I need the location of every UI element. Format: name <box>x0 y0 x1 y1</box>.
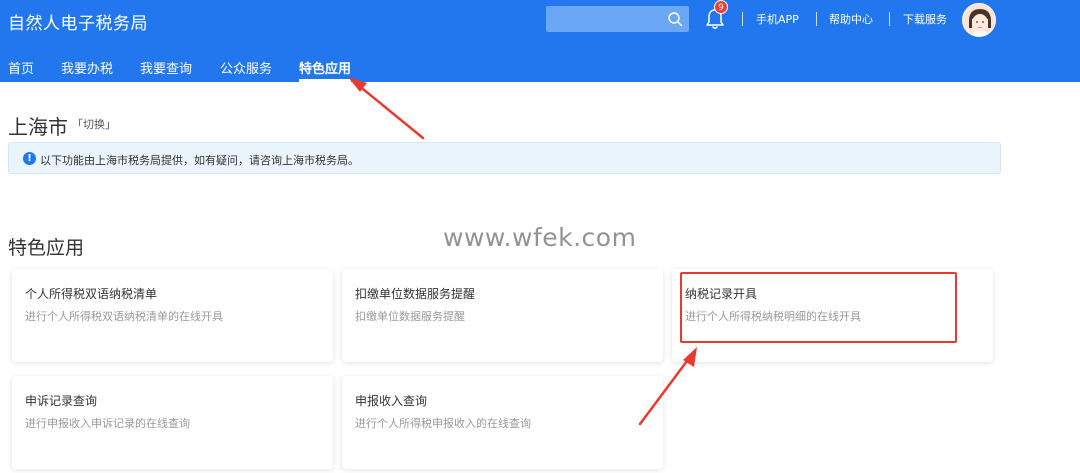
search-box[interactable] <box>546 6 689 32</box>
avatar[interactable] <box>962 3 996 37</box>
card-description: 扣缴单位数据服务提醒 <box>355 310 465 323</box>
help-center-link[interactable]: 帮助中心 <box>829 11 873 27</box>
search-icon[interactable] <box>667 11 683 27</box>
search-input[interactable] <box>546 6 666 32</box>
info-notice: ! 以下功能由上海市税务局提供，如有疑问，请咨询上海市税务局。 <box>8 142 1001 174</box>
nav-public-service[interactable]: 公众服务 <box>220 58 272 82</box>
card-description: 进行个人所得税申报收入的在线查询 <box>355 417 531 430</box>
card-declared-income-query[interactable]: 申报收入查询 进行个人所得税申报收入的在线查询 <box>342 376 663 469</box>
header-divider <box>816 12 817 26</box>
arrow-to-nav-icon <box>348 77 425 140</box>
region-name: 上海市 <box>8 115 68 139</box>
notice-text: 以下功能由上海市税务局提供，如有疑问，请咨询上海市税务局。 <box>40 154 359 167</box>
header-divider <box>889 12 890 26</box>
card-appeal-record-query[interactable]: 申诉记录查询 进行申报收入申诉记录的在线查询 <box>12 376 333 469</box>
card-description: 进行个人所得税双语纳税清单的在线开具 <box>25 310 223 323</box>
card-title: 申报收入查询 <box>355 394 428 408</box>
card-description: 进行申报收入申诉记录的在线查询 <box>25 417 190 430</box>
annotation-highlight-box <box>680 272 957 343</box>
switch-region-link[interactable]: 「切换」 <box>72 116 116 132</box>
page: 自然人电子税务局 9 手机APP 帮助中心 下载服务 首页 我要办税 我要查询 … <box>0 0 1080 473</box>
download-service-link[interactable]: 下载服务 <box>903 11 947 27</box>
nav-home[interactable]: 首页 <box>8 58 34 82</box>
user-avatar-icon <box>963 4 995 36</box>
nav-featured-apps[interactable]: 特色应用 <box>299 58 352 82</box>
info-icon: ! <box>23 152 36 165</box>
mobile-app-link[interactable]: 手机APP <box>756 11 799 27</box>
card-title: 申诉记录查询 <box>25 394 98 408</box>
watermark: www.wfek.com <box>443 223 637 252</box>
section-title: 特色应用 <box>8 237 85 259</box>
notification-badge: 9 <box>714 0 728 14</box>
nav-query[interactable]: 我要查询 <box>140 58 192 82</box>
nav-tax-handling[interactable]: 我要办税 <box>61 58 113 82</box>
header-divider <box>742 12 743 26</box>
card-withholding-data-reminder[interactable]: 扣缴单位数据服务提醒 扣缴单位数据服务提醒 <box>342 269 663 362</box>
top-bar: 自然人电子税务局 9 手机APP 帮助中心 下载服务 首页 我要办税 我要查询 … <box>0 0 1080 82</box>
card-title: 扣缴单位数据服务提醒 <box>355 287 476 301</box>
card-title: 个人所得税双语纳税清单 <box>25 287 158 301</box>
card-bilingual-tax-list[interactable]: 个人所得税双语纳税清单 进行个人所得税双语纳税清单的在线开具 <box>12 269 333 362</box>
site-title: 自然人电子税务局 <box>8 14 148 34</box>
